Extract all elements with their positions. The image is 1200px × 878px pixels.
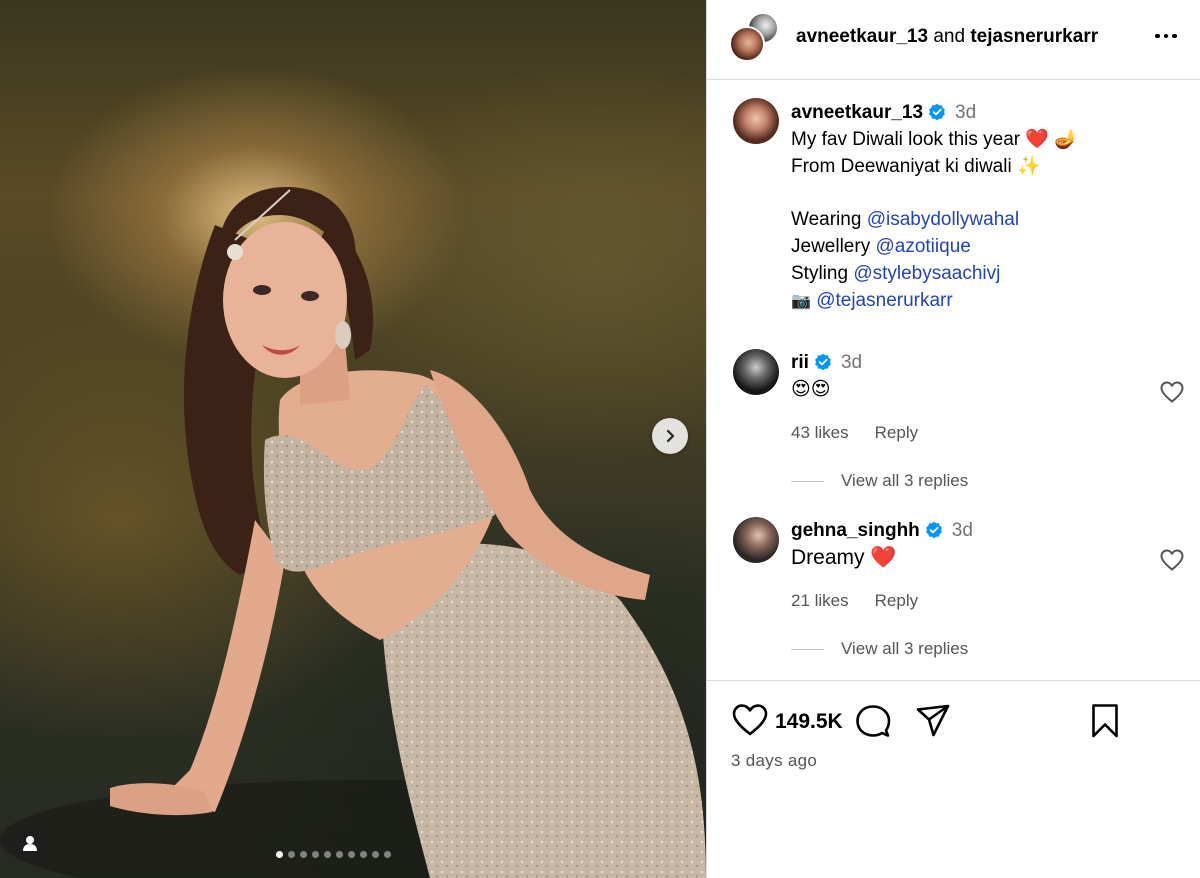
caption: avneetkaur_13 3d My fav Diwali look this …: [791, 100, 1191, 315]
carousel-dot: [324, 851, 331, 858]
comment-meta: 21 likes Reply: [791, 591, 918, 611]
more-icon: [1155, 33, 1177, 39]
reply-button[interactable]: Reply: [875, 423, 918, 443]
collab-avatars[interactable]: [729, 12, 779, 62]
comment-likes[interactable]: 21 likes: [791, 591, 849, 611]
comment: gehna_singhh 3d Dreamy ❤️: [791, 517, 1151, 571]
carousel-dot: [312, 851, 319, 858]
header-joiner: and: [933, 26, 966, 47]
comment-meta: 43 likes Reply: [791, 423, 918, 443]
reply-button[interactable]: Reply: [875, 591, 918, 611]
mention-tejasnerurkarr[interactable]: @tejasnerurkarr: [816, 290, 953, 311]
post-photo[interactable]: [0, 0, 706, 878]
post-details-panel: avneetkaur_13 and tejasnerurkarr avneetk…: [706, 0, 1200, 878]
sparkles-emoji: ✨: [1016, 155, 1041, 177]
post-date: 3 days ago: [731, 751, 818, 770]
comment-avatar-gehna[interactable]: [733, 517, 779, 563]
comment-time: 3d: [840, 352, 863, 373]
user-tag-icon: [23, 836, 37, 851]
comment-likes[interactable]: 43 likes: [791, 423, 849, 443]
carousel-dot: [384, 851, 391, 858]
view-replies-button[interactable]: View all 3 replies: [791, 471, 968, 491]
comment: rii 3d 😍😍: [791, 349, 1151, 403]
caption-photographer: 📷 @tejasnerurkarr: [791, 288, 1191, 316]
carousel-dot: [288, 851, 295, 858]
mention-stylebysaachivj[interactable]: @stylebysaachivj: [853, 263, 1000, 284]
like-comment-heart-icon[interactable]: [1159, 548, 1185, 572]
view-replies-button[interactable]: View all 3 replies: [791, 639, 968, 659]
comment-username[interactable]: gehna_singhh: [791, 520, 920, 541]
verified-icon: [815, 353, 831, 371]
tagged-users-button[interactable]: [12, 825, 48, 861]
avatar-avneetkaur[interactable]: [729, 26, 765, 62]
header-username-2[interactable]: tejasnerurkarr: [970, 26, 1098, 47]
caption-time: 3d: [955, 102, 977, 123]
next-slide-button[interactable]: [652, 418, 688, 454]
verified-icon: [925, 521, 942, 539]
carousel-indicator: [276, 851, 391, 858]
verified-icon: [929, 103, 945, 121]
share-icon[interactable]: [915, 703, 951, 739]
comment-time: 3d: [951, 520, 973, 541]
diya-emoji: 🪔: [1054, 128, 1079, 150]
carousel-dot: [372, 851, 379, 858]
caption-line-1: My fav Diwali look this year ❤️ 🪔: [791, 128, 1079, 150]
caption-wearing: Wearing @isabydollywahal: [791, 209, 1020, 231]
caption-avatar[interactable]: [733, 98, 779, 144]
carousel-dot: [300, 851, 307, 858]
mention-isabydollywahal[interactable]: @isabydollywahal: [867, 209, 1019, 230]
caption-styling: Styling @stylebysaachivj: [791, 262, 1001, 284]
comment-username[interactable]: rii: [791, 352, 809, 373]
caption-line-2: From Deewaniyat ki diwali ✨: [791, 155, 1041, 177]
comment-avatar-rii[interactable]: [733, 349, 779, 395]
more-options-button[interactable]: [1151, 24, 1181, 48]
carousel-dot: [336, 851, 343, 858]
heart-icon[interactable]: [731, 703, 769, 737]
like-count[interactable]: 149.5K: [775, 710, 843, 734]
caption-username[interactable]: avneetkaur_13: [791, 102, 923, 123]
photo-figure: [0, 187, 706, 878]
like-comment-heart-icon[interactable]: [1159, 380, 1185, 404]
comment-text: Dreamy ❤️: [791, 546, 897, 569]
post-actions: 149.5K 3 days ago: [707, 680, 1200, 878]
comment-icon[interactable]: [855, 704, 891, 740]
mention-azotiique[interactable]: @azotiique: [875, 236, 970, 257]
caption-jewellery: Jewellery @azotiique: [791, 235, 971, 257]
comment-text: 😍😍: [791, 379, 831, 400]
collab-usernames: avneetkaur_13 and tejasnerurkarr: [796, 26, 1098, 48]
chevron-right-icon: [666, 429, 675, 443]
heart-emoji: ❤️: [870, 546, 897, 569]
carousel-dot: [348, 851, 355, 858]
carousel-dot: [360, 851, 367, 858]
bookmark-icon[interactable]: [1091, 703, 1119, 739]
post-header: avneetkaur_13 and tejasnerurkarr: [707, 0, 1200, 80]
header-username-1[interactable]: avneetkaur_13: [796, 26, 928, 47]
carousel-dot: [276, 851, 283, 858]
camera-emoji: 📷: [791, 292, 811, 310]
heart-emoji: ❤️: [1025, 128, 1050, 150]
